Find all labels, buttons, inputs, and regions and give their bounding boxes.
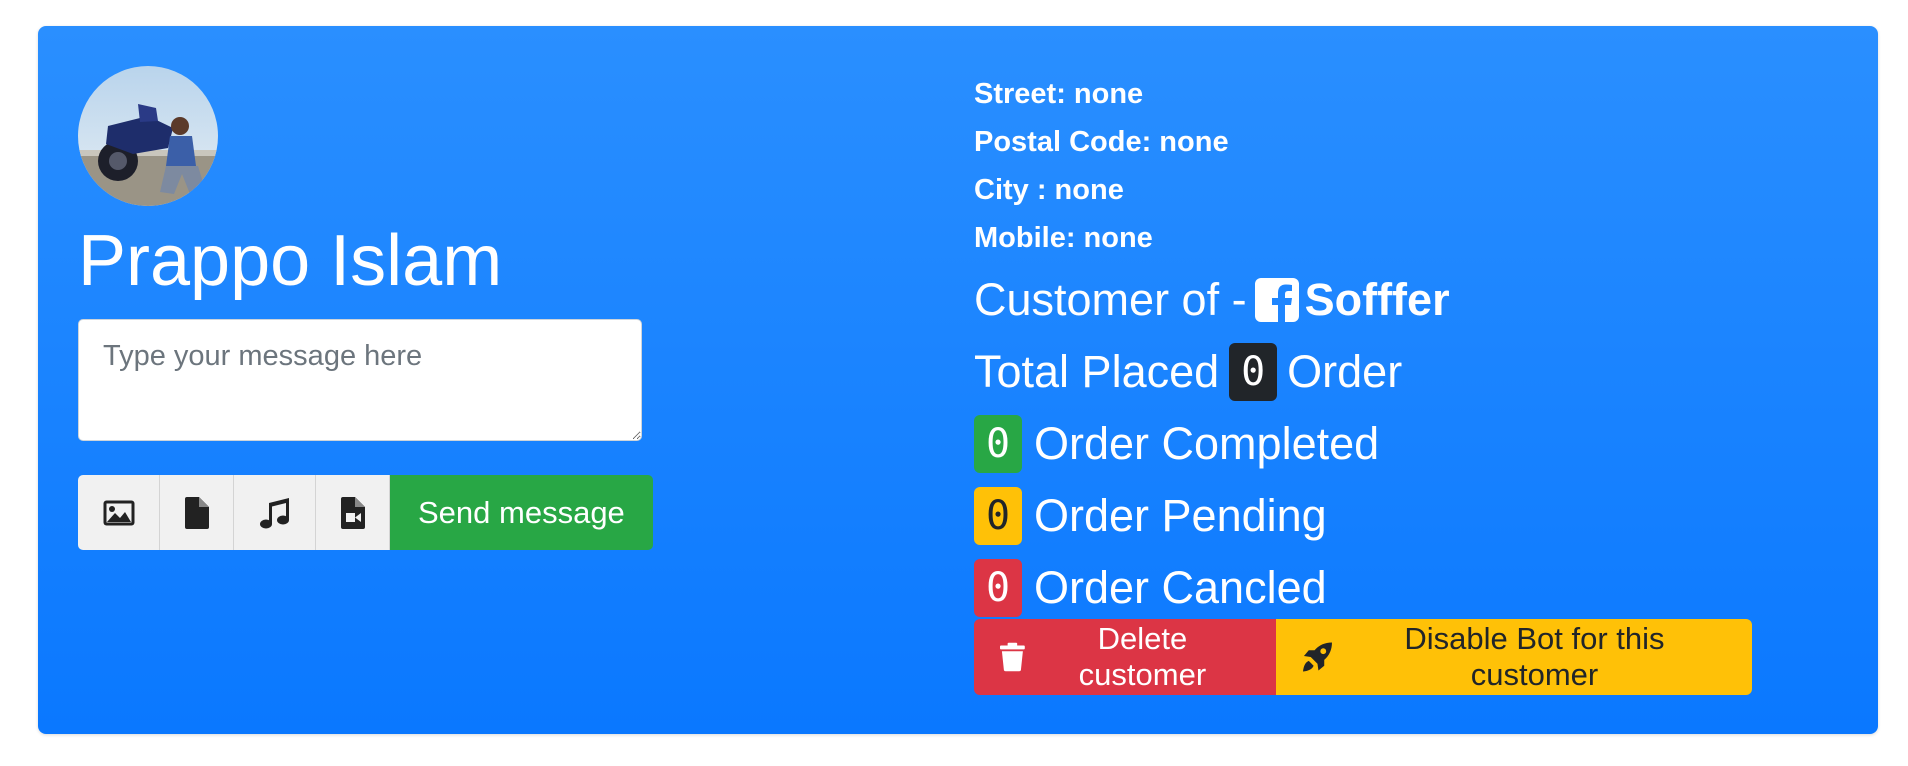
music-icon bbox=[259, 497, 289, 528]
send-message-button[interactable]: Send message bbox=[390, 475, 653, 550]
attach-audio-button[interactable] bbox=[234, 475, 316, 550]
total-orders-row: Total Placed 0 Order bbox=[974, 336, 1450, 408]
pending-orders-label: Order Pending bbox=[1034, 490, 1327, 541]
image-icon bbox=[103, 500, 134, 525]
street-text: Street: none bbox=[974, 78, 1144, 110]
canceled-orders-row: 0 Order Cancled bbox=[974, 552, 1450, 624]
canceled-orders-label: Order Cancled bbox=[1034, 562, 1327, 613]
postal-code-text: Postal Code: none bbox=[974, 126, 1229, 158]
disable-bot-label: Disable Bot for this customer bbox=[1404, 621, 1665, 692]
customer-of-label: Customer of - bbox=[974, 274, 1247, 325]
attachment-toolbar: Send message bbox=[78, 475, 653, 550]
pending-orders-row: 0 Order Pending bbox=[974, 480, 1450, 552]
delete-customer-button[interactable]: Delete customer bbox=[974, 619, 1276, 695]
rocket-icon bbox=[1302, 642, 1332, 672]
page-name[interactable]: Sofffer bbox=[1305, 264, 1450, 336]
total-orders-prefix: Total Placed bbox=[974, 346, 1220, 397]
canceled-orders-badge: 0 bbox=[974, 559, 1022, 617]
file-icon bbox=[184, 496, 209, 529]
facebook-icon bbox=[1254, 278, 1299, 322]
disable-bot-button[interactable]: Disable Bot for this customer bbox=[1276, 619, 1752, 695]
attach-image-button[interactable] bbox=[78, 475, 160, 550]
avatar bbox=[78, 66, 218, 206]
pending-orders-badge: 0 bbox=[974, 487, 1022, 545]
message-input[interactable] bbox=[78, 319, 642, 441]
city-text: City : none bbox=[974, 174, 1124, 206]
completed-orders-label: Order Completed bbox=[1034, 418, 1380, 469]
customer-card: Prappo Islam Type your message here Send… bbox=[38, 26, 1878, 734]
mobile-text: Mobile: none bbox=[974, 222, 1153, 254]
total-orders-suffix: Order bbox=[1287, 346, 1403, 397]
customer-name: Prappo Islam bbox=[78, 221, 503, 301]
customer-of-row: Customer of - Sofffer bbox=[974, 264, 1450, 336]
attach-video-button[interactable] bbox=[316, 475, 390, 550]
total-orders-badge: 0 bbox=[1229, 343, 1278, 401]
customer-info: Street: none Postal Code: none City : no… bbox=[974, 70, 1450, 624]
delete-customer-label: Delete customer bbox=[1078, 621, 1207, 692]
file-video-icon bbox=[340, 496, 365, 529]
completed-orders-badge: 0 bbox=[974, 415, 1022, 473]
attach-file-button[interactable] bbox=[160, 475, 234, 550]
completed-orders-row: 0 Order Completed bbox=[974, 408, 1450, 480]
customer-actions: Delete customer Disable Bot for this cus… bbox=[974, 619, 1752, 695]
trash-icon bbox=[1000, 642, 1025, 672]
